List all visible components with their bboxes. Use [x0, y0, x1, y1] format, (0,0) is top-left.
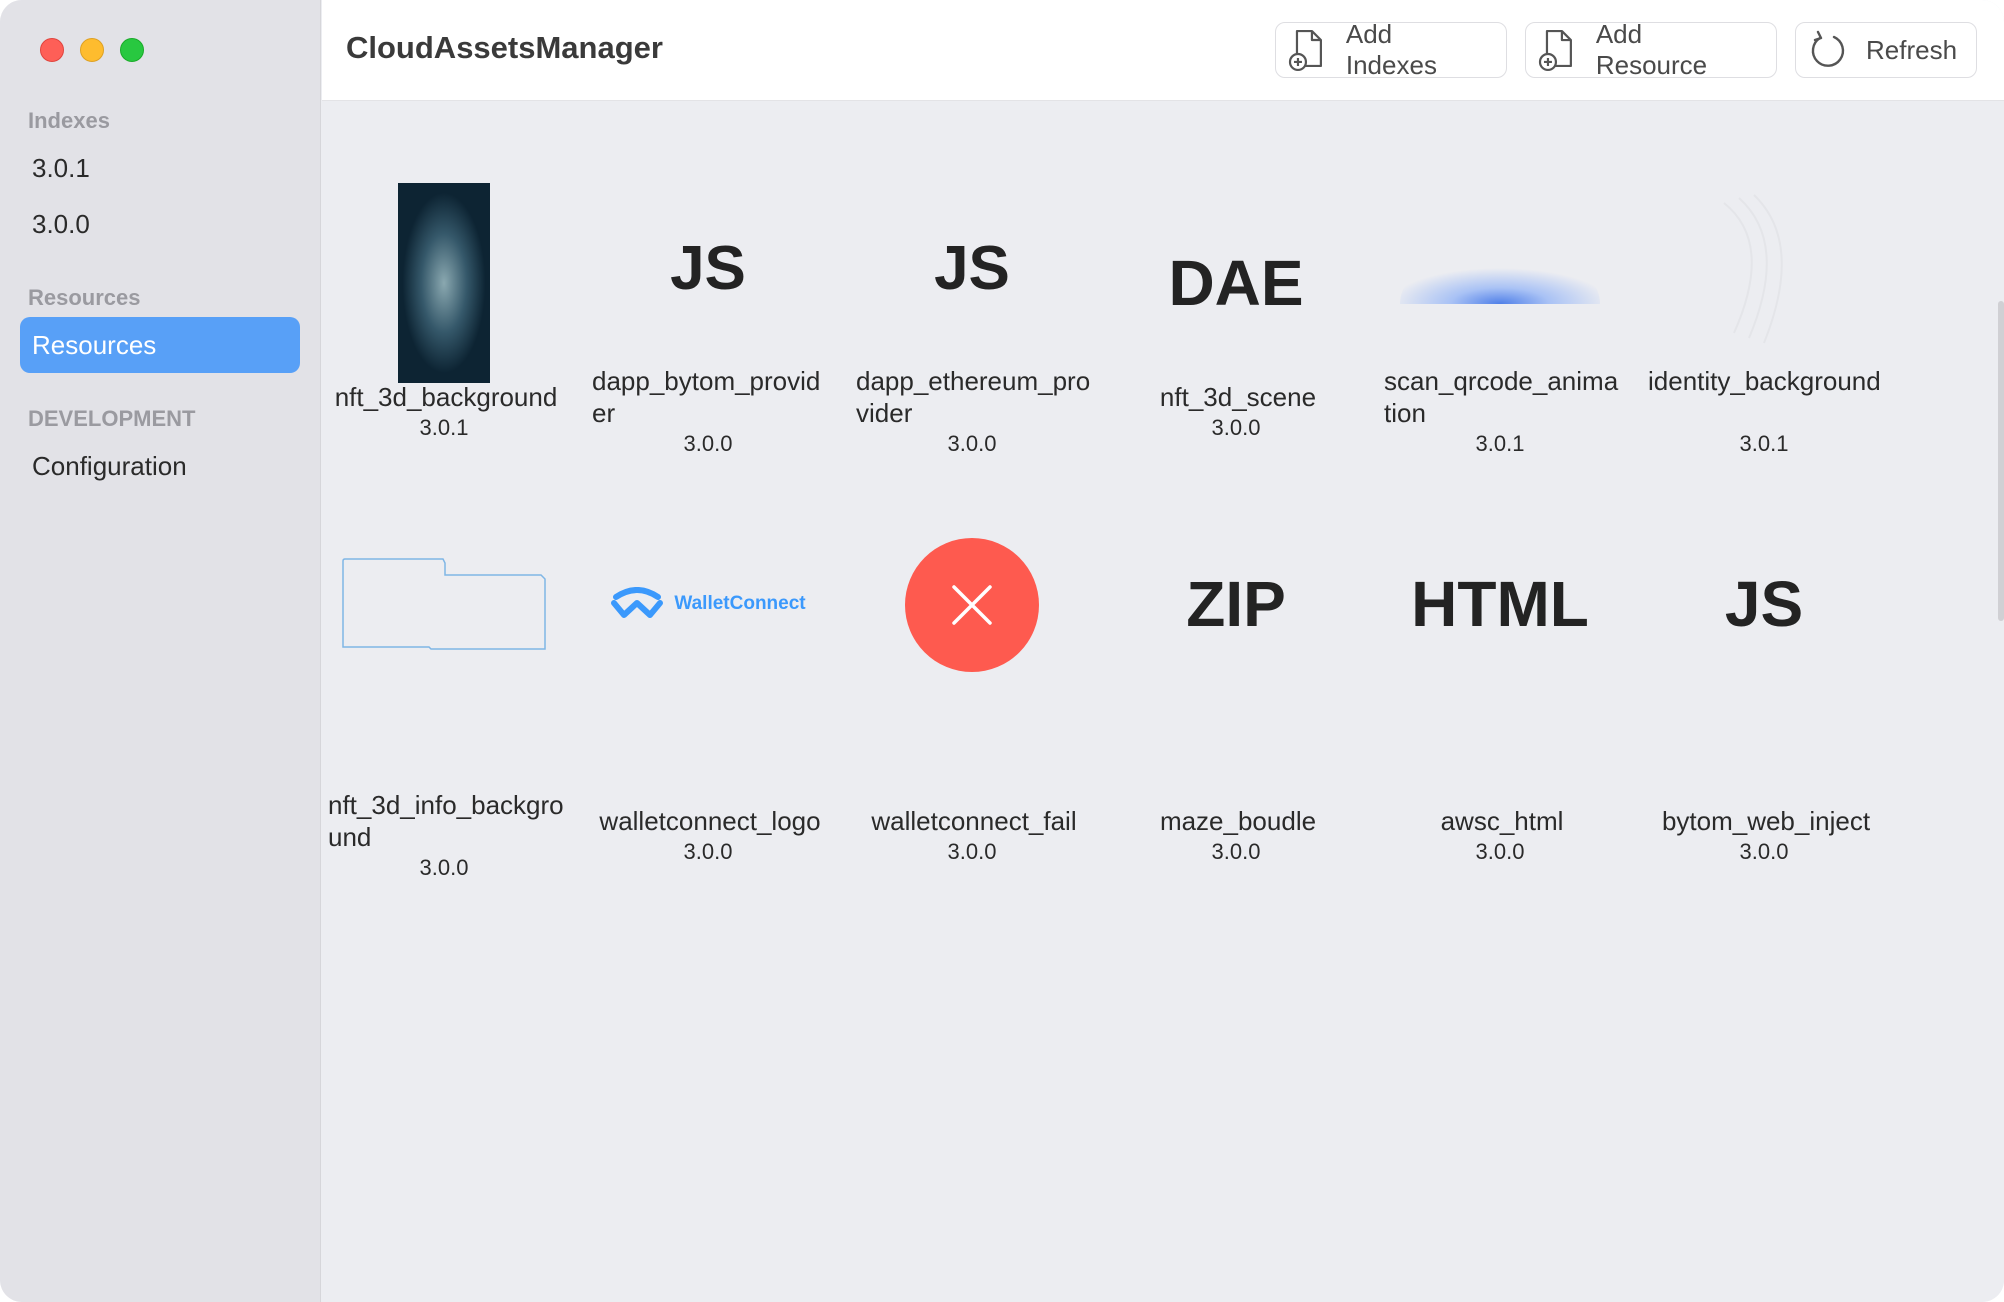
add-document-icon: [1538, 29, 1572, 72]
resource-item[interactable]: scan_qrcode_animation 3.0.1: [1380, 153, 1620, 473]
resource-item[interactable]: walletconnect_fail 3.0.0: [852, 497, 1092, 864]
add-resource-label: Add Resource: [1595, 19, 1708, 80]
file-type-label: ZIP: [1186, 568, 1286, 640]
resource-thumbnail: ZIP: [1116, 497, 1356, 727]
sidebar-item-3-0-1[interactable]: 3.0.1: [20, 140, 300, 196]
resource-thumbnail: [852, 497, 1092, 727]
file-type-label: DAE: [1168, 247, 1304, 319]
resource-name: nft_3d_info_background: [328, 790, 564, 852]
resource-version: 3.0.0: [947, 431, 997, 456]
resource-name: dapp_ethereum_provider: [856, 366, 1091, 428]
resource-item[interactable]: JS dapp_bytom_provider 3.0.0: [588, 153, 828, 473]
resource-item[interactable]: JS dapp_ethereum_provider 3.0.0: [852, 153, 1092, 473]
resource-item[interactable]: HTML awsc_html 3.0.0: [1380, 497, 1620, 864]
app-title: CloudAssetsManager: [346, 30, 663, 65]
resource-thumbnail: JS: [1644, 497, 1884, 727]
add-indexes-button[interactable]: Add Indexes: [1275, 19, 1507, 80]
resource-name: nft_3d_background: [334, 382, 558, 412]
walletconnect-wordmark: WalletConnect: [674, 593, 806, 614]
resource-version: 3.0.1: [1475, 431, 1525, 456]
file-type-label: JS: [934, 233, 1010, 303]
resource-thumbnail: DAE: [1116, 153, 1356, 383]
refresh-button[interactable]: Refresh: [1795, 22, 1977, 78]
sidebar: Indexes 3.0.1 3.0.0 Resources Resources …: [0, 0, 321, 1302]
resource-version: 3.0.1: [419, 415, 469, 440]
resource-version: 3.0.0: [1211, 415, 1261, 440]
app-window: Indexes 3.0.1 3.0.0 Resources Resources …: [0, 0, 2004, 1302]
fail-icon: [905, 538, 1039, 672]
file-type-label: JS: [670, 233, 746, 303]
resource-name: walletconnect_fail: [871, 806, 1077, 836]
resource-thumbnail: HTML: [1380, 497, 1620, 727]
resource-item[interactable]: ZIP maze_boudle 3.0.0: [1116, 497, 1356, 864]
add-indexes-label: Add Indexes: [1345, 19, 1437, 80]
resource-name: bytom_web_inject: [1661, 806, 1871, 836]
toolbar: CloudAssetsManager Add Indexes Add Resou…: [322, 0, 2004, 101]
add-document-icon: [1288, 29, 1322, 72]
resource-item[interactable]: DAE nft_3d_scene 3.0.0: [1116, 153, 1356, 473]
sidebar-item-3-0-0[interactable]: 3.0.0: [20, 196, 300, 252]
scrollbar-thumb[interactable]: [1998, 301, 2004, 621]
image-preview: [1723, 194, 1783, 344]
resource-name: nft_3d_scene: [1159, 382, 1317, 412]
resource-thumbnail: [324, 153, 564, 383]
refresh-icon: [1811, 30, 1845, 67]
vertical-scrollbar[interactable]: [1996, 101, 2004, 1302]
resource-name: identity_background: [1648, 366, 1881, 396]
image-preview: [398, 183, 490, 383]
resource-item[interactable]: JS bytom_web_inject 3.0.0: [1644, 497, 1884, 864]
walletconnect-icon: [611, 587, 664, 618]
sidebar-item-configuration[interactable]: Configuration: [20, 438, 300, 494]
close-window-button[interactable]: [40, 38, 64, 62]
resource-thumbnail: [1644, 153, 1884, 383]
file-type-label: JS: [1724, 568, 1804, 640]
walletconnect-logo: WalletConnect: [610, 587, 806, 621]
resource-version: 3.0.0: [419, 855, 469, 880]
resource-name: maze_boudle: [1159, 806, 1317, 836]
resource-name: dapp_bytom_provider: [592, 366, 821, 428]
resource-thumbnail: JS: [588, 153, 828, 383]
resource-version: 3.0.0: [947, 839, 997, 864]
resource-name: awsc_html: [1440, 806, 1564, 836]
resource-name: scan_qrcode_animation: [1384, 366, 1619, 428]
window-controls: [40, 38, 144, 62]
resource-version: 3.0.0: [1739, 839, 1789, 864]
refresh-label: Refresh: [1866, 34, 1958, 65]
resource-version: 3.0.0: [1475, 839, 1525, 864]
resource-version: 3.0.0: [683, 431, 733, 456]
resource-name: walletconnect_logo: [599, 806, 821, 836]
resource-thumbnail: JS: [852, 153, 1092, 383]
resource-version: 3.0.0: [683, 839, 733, 864]
sidebar-item-resources[interactable]: Resources: [20, 317, 300, 373]
resource-thumbnail: [324, 497, 564, 727]
resource-item[interactable]: nft_3d_info_background 3.0.0: [324, 497, 564, 880]
sidebar-section-resources: Resources: [28, 285, 141, 310]
minimize-window-button[interactable]: [80, 38, 104, 62]
resource-version: 3.0.1: [1739, 431, 1789, 456]
resource-version: 3.0.0: [1211, 839, 1261, 864]
zoom-window-button[interactable]: [120, 38, 144, 62]
add-resource-button[interactable]: Add Resource: [1525, 19, 1777, 80]
resource-grid: nft_3d_background 3.0.1 JS dapp_bytom_pr…: [322, 101, 2004, 1302]
image-preview: [342, 558, 546, 650]
sidebar-section-development: DEVELOPMENT: [28, 406, 196, 431]
resource-item[interactable]: identity_background 3.0.1: [1644, 153, 1884, 473]
sidebar-section-indexes: Indexes: [28, 108, 110, 133]
image-preview: [1400, 268, 1600, 304]
resource-thumbnail: WalletConnect: [588, 497, 828, 727]
resource-item[interactable]: nft_3d_background 3.0.1: [324, 153, 564, 473]
file-type-label: HTML: [1411, 568, 1589, 640]
resource-item[interactable]: WalletConnect walletconnect_logo 3.0.0: [588, 497, 828, 864]
resource-thumbnail: [1380, 153, 1620, 383]
